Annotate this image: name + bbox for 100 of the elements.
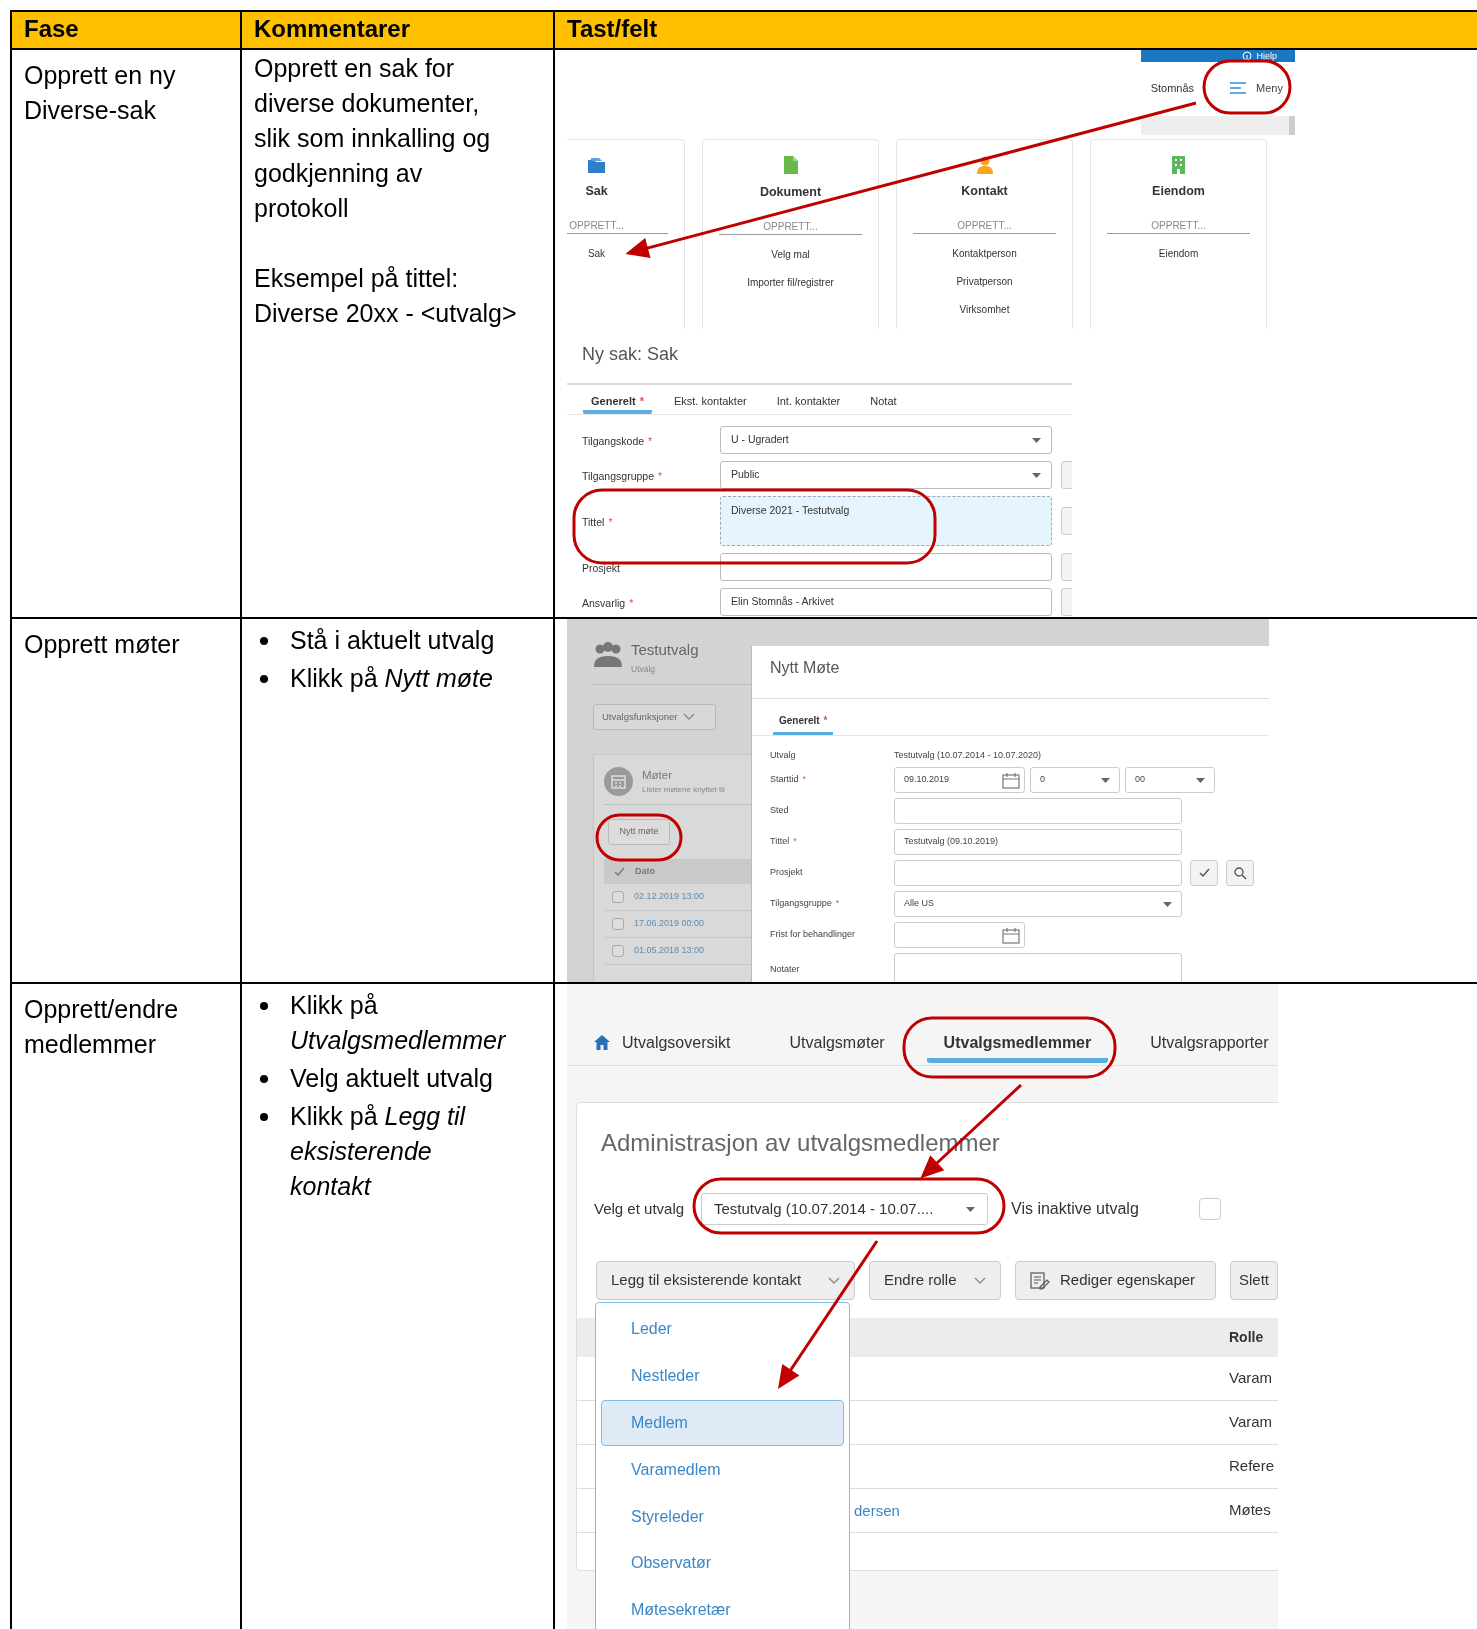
action-button[interactable]: Endre rolle <box>869 1261 1001 1300</box>
dropdown-field[interactable]: Alle US <box>894 891 1182 917</box>
tab[interactable]: Generelt * <box>773 713 834 735</box>
field-label: Sted <box>770 804 790 818</box>
field-label: Prosjekt <box>770 866 804 880</box>
caret-icon <box>1032 472 1041 478</box>
create-link[interactable]: Kontaktperson <box>897 240 1072 268</box>
menu-button[interactable]: Meny <box>1230 79 1283 97</box>
create-link[interactable]: Eiendom <box>1091 240 1266 268</box>
menu-item[interactable]: Styreleder <box>601 1493 844 1540</box>
menu-item[interactable]: Observatør <box>601 1540 844 1587</box>
bullet-text: Klikk på Utvalgsmedlemmer <box>290 990 507 1056</box>
nav-tab[interactable]: Utvalgsmøter <box>772 1034 902 1063</box>
committee-type: Utvalg <box>631 663 657 676</box>
tab[interactable]: Generelt * <box>583 394 652 414</box>
table-cell-text: Varam <box>1229 1412 1274 1433</box>
building-icon <box>1169 155 1188 174</box>
input-field[interactable] <box>720 553 1052 581</box>
bullet-icon <box>260 1075 268 1083</box>
field-label: Frist for behandlinger <box>770 928 857 942</box>
check-icon <box>614 866 625 877</box>
create-link[interactable]: Privatperson <box>897 268 1072 296</box>
date-field[interactable]: 09.10.2019 <box>894 767 1025 793</box>
menu-item[interactable]: Nestleder <box>601 1352 844 1400</box>
name-link[interactable]: dersen <box>854 1501 900 1519</box>
table-cell-text: Møtes <box>1229 1500 1272 1521</box>
menu-item[interactable]: Leder <box>601 1306 844 1353</box>
create-link[interactable]: Virksomhet <box>897 296 1072 324</box>
dropdown-field[interactable]: U - Ugradert <box>720 426 1052 454</box>
info-icon <box>1242 51 1253 61</box>
action-button[interactable]: Rediger egenskaper <box>1015 1261 1216 1300</box>
search-button[interactable] <box>1226 860 1254 886</box>
form-title: Ny sak: Sak <box>581 343 680 366</box>
checkbox[interactable] <box>612 918 624 930</box>
section-heading: OPPRETT... <box>567 219 668 234</box>
dialog-title: Nytt Møte <box>770 658 841 678</box>
bullet-text: Klikk på Nytt møte <box>290 663 493 694</box>
menu-item[interactable]: Varamedlem <box>601 1446 844 1494</box>
document-icon <box>781 155 800 175</box>
committee-title: Testutvalg <box>631 641 699 659</box>
calendar-icon <box>604 766 633 796</box>
field-label: Tittel * <box>770 835 798 849</box>
search-icon <box>1233 866 1247 880</box>
user-name: Stomnås <box>1150 80 1195 96</box>
checkbox[interactable] <box>612 891 624 903</box>
help-button[interactable]: Hjelp <box>1141 50 1295 62</box>
menu-item[interactable]: Møtesekretær <box>601 1586 844 1629</box>
chevron-icon <box>828 1277 840 1284</box>
checkbox[interactable] <box>612 945 624 957</box>
dropdown-field[interactable]: Testutvalg (10.07.2014 - 10.07.... <box>701 1193 988 1225</box>
column-header: Tast/felt <box>567 15 658 42</box>
bullet-text: Velg aktuelt utvalg <box>290 1063 493 1094</box>
card-title: Kontakt <box>960 183 1009 199</box>
column-header: Rolle <box>1229 1328 1265 1347</box>
dropdown-field[interactable]: 0 <box>1030 767 1120 793</box>
chevron-icon <box>974 1277 986 1284</box>
input-field[interactable] <box>894 860 1182 886</box>
functions-button[interactable]: Utvalgsfunksjoner <box>593 703 716 730</box>
input-field[interactable]: Testutvalg (09.10.2019) <box>894 829 1182 855</box>
dropdown-field[interactable]: Public <box>720 461 1052 489</box>
comment-text: Opprett en sak for diverse dokumenter, slik som innkalling og godkjenning av protokoll <box>254 53 492 224</box>
date-field[interactable] <box>894 922 1025 948</box>
input-field[interactable]: Elin Stomnås - Arkivet <box>720 588 1052 616</box>
input-field[interactable] <box>894 798 1182 824</box>
card-description: Lister møtene knyttet til <box>642 784 725 796</box>
section-heading: OPPRETT... <box>1107 219 1250 234</box>
calendar-icon <box>1002 926 1020 944</box>
tab[interactable]: Ekst. kontakter <box>665 394 755 414</box>
tab[interactable]: Int. kontakter <box>768 394 849 414</box>
tab[interactable]: Notat <box>862 394 905 414</box>
caret-icon <box>1163 901 1172 907</box>
confirm-button[interactable] <box>1190 860 1218 886</box>
action-button[interactable]: Slett <box>1230 1261 1278 1300</box>
phase-text: Opprett/endre medlemmer <box>24 994 180 1060</box>
bullet-icon <box>260 675 268 683</box>
nav-tab[interactable]: Utvalgsmedlemmer <box>926 1034 1109 1063</box>
dropdown-field[interactable]: 00 <box>1125 767 1215 793</box>
field-label: Velg et utvalg <box>594 1198 686 1219</box>
column-header: Fase <box>24 15 79 42</box>
caret-icon <box>966 1206 975 1212</box>
action-button[interactable]: Legg til eksisterende kontakt <box>596 1261 855 1300</box>
bullet-icon <box>260 1113 268 1121</box>
card-title: Sak <box>584 183 609 199</box>
new-meeting-button[interactable]: Nytt møte <box>608 819 670 845</box>
people-icon <box>593 641 623 669</box>
field-label: Tilgangsgruppe * <box>581 469 664 485</box>
nav-tab[interactable]: Utvalgsoversikt <box>576 1034 748 1063</box>
text-area[interactable] <box>894 953 1182 982</box>
create-link[interactable]: Velg mal <box>703 241 878 269</box>
nav-tab[interactable]: Utvalgsrapporter <box>1133 1034 1278 1063</box>
create-link[interactable]: Importer fil/registrer <box>703 269 878 297</box>
create-link[interactable]: Sak <box>567 240 684 268</box>
check-icon <box>1198 868 1210 878</box>
checkbox[interactable] <box>1199 1198 1221 1220</box>
section-heading: OPPRETT... <box>913 219 1056 234</box>
text-area[interactable]: Diverse 2021 - Testutvalg <box>720 496 1052 546</box>
caret-icon <box>1196 777 1205 783</box>
card-title: Eiendom <box>1151 183 1206 199</box>
edit-icon <box>1030 1271 1050 1290</box>
calendar-icon <box>1002 771 1020 789</box>
